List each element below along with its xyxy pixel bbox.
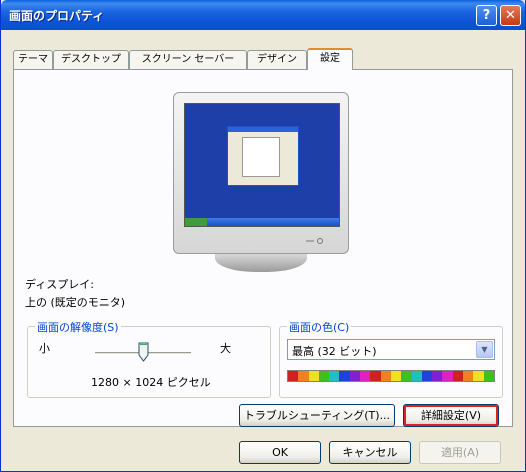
color-swatch — [360, 371, 371, 381]
apply-button[interactable]: 適用(A) — [419, 441, 501, 464]
color-swatch — [483, 371, 494, 381]
color-preview-bar — [287, 370, 495, 382]
tab-desktop[interactable]: デスクトップ — [53, 50, 129, 69]
help-button[interactable]: ? — [476, 5, 497, 26]
resolution-value: 1280 × 1024 ピクセル — [91, 376, 211, 389]
resolution-min-label: 小 — [39, 342, 50, 355]
color-swatch — [421, 371, 433, 381]
preview-start-button — [185, 218, 207, 226]
color-quality-group-title: 画面の色(C) — [287, 319, 352, 335]
color-swatch — [442, 371, 453, 381]
color-swatch — [452, 371, 464, 381]
resolution-group-title: 画面の解像度(S) — [35, 319, 121, 335]
color-swatch — [401, 371, 412, 381]
power-led-icon — [306, 238, 323, 244]
color-swatch — [288, 371, 299, 381]
color-swatch — [390, 371, 402, 381]
color-quality-select[interactable]: 最高 (32 ビット) ▼ — [287, 339, 495, 360]
chevron-down-icon[interactable]: ▼ — [476, 341, 493, 358]
monitor-screen — [184, 103, 340, 227]
color-swatch — [432, 371, 443, 381]
tab-screensaver[interactable]: スクリーン セーバー — [129, 50, 247, 69]
tab-themes[interactable]: テーマ — [13, 50, 53, 69]
resolution-max-label: 大 — [220, 342, 231, 355]
tab-appearance[interactable]: デザイン — [247, 50, 307, 69]
tab-settings[interactable]: 設定 — [307, 48, 353, 70]
cancel-button[interactable]: キャンセル — [329, 441, 411, 464]
color-swatch — [411, 371, 422, 381]
color-swatch — [473, 371, 484, 381]
color-quality-group — [279, 326, 503, 398]
color-swatch — [339, 371, 350, 381]
resolution-slider-thumb[interactable] — [138, 342, 149, 362]
title-bar[interactable]: 画面のプロパティ ? ✕ — [1, 0, 525, 30]
display-label: ディスプレイ: — [25, 278, 94, 291]
monitor-icon[interactable] — [173, 92, 349, 254]
preview-taskbar — [185, 218, 339, 226]
color-swatch — [370, 371, 381, 381]
advanced-button[interactable]: 詳細設定(V) — [403, 404, 499, 427]
preview-window-icon — [227, 126, 299, 186]
color-swatch — [463, 371, 474, 381]
display-value: 上の (既定のモニタ) — [25, 296, 126, 309]
color-swatch — [349, 371, 361, 381]
ok-button[interactable]: OK — [239, 441, 321, 464]
color-quality-selected: 最高 (32 ビット) — [292, 345, 377, 358]
color-swatch — [318, 371, 330, 381]
color-swatch — [380, 371, 391, 381]
window-title: 画面のプロパティ — [9, 9, 105, 23]
troubleshoot-button[interactable]: トラブルシューティング(T)... — [239, 404, 395, 427]
display-properties-window: 画面のプロパティ ? ✕ テーマ デスクトップ スクリーン セーバー デザイン … — [0, 0, 526, 472]
close-button[interactable]: ✕ — [500, 5, 521, 26]
color-swatch — [329, 371, 340, 381]
color-swatch — [298, 371, 309, 381]
color-swatch — [308, 371, 319, 381]
